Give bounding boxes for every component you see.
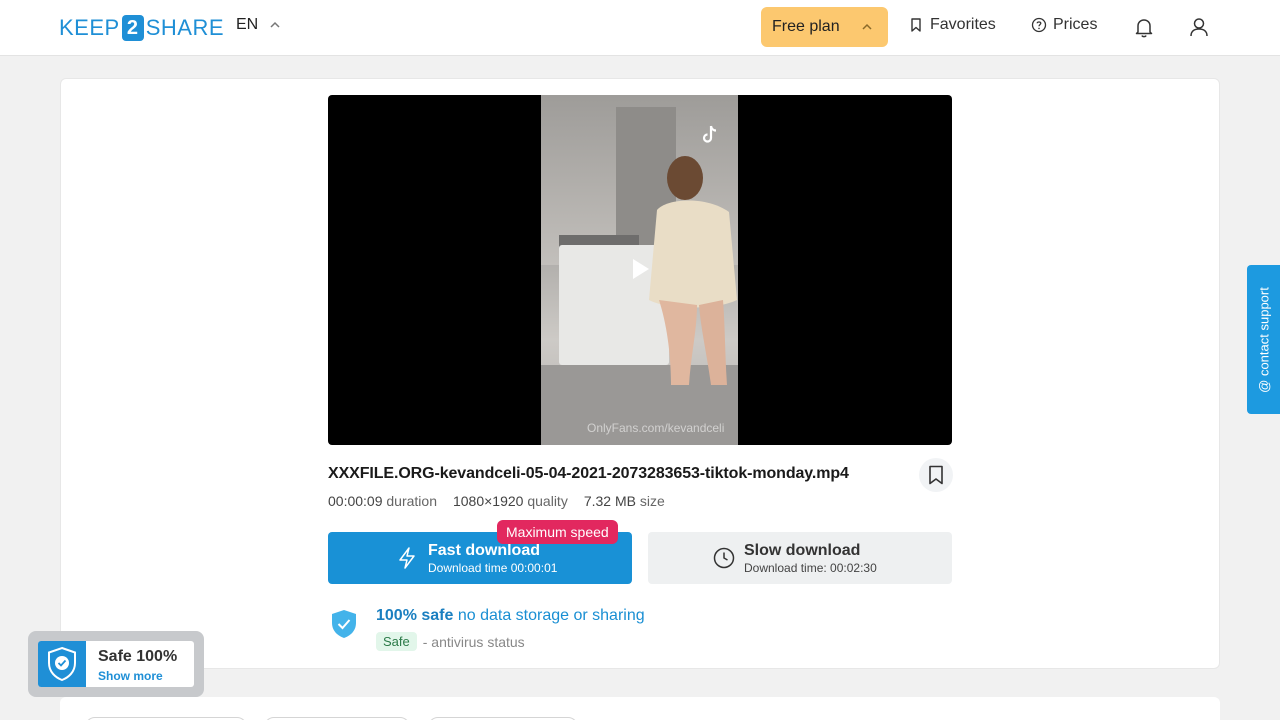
- favorites-label: Favorites: [930, 16, 996, 33]
- video-player[interactable]: OnlyFans.com/kevandceli: [328, 95, 952, 445]
- safe-widget[interactable]: Safe 100% Show more: [28, 631, 204, 697]
- slow-download-title: Slow download: [744, 542, 861, 559]
- lightning-icon: [399, 547, 415, 569]
- shield-check-icon: [48, 646, 76, 682]
- plan-label: Free plan: [772, 18, 840, 35]
- size-meta: 7.32 MB size: [584, 493, 665, 509]
- show-more-link[interactable]: Show more: [98, 669, 163, 683]
- antivirus-status: Safe - antivirus status: [376, 632, 525, 651]
- chevron-up-icon: [862, 23, 872, 30]
- keep2share-logo[interactable]: KEEP 2 SHARE: [59, 14, 224, 42]
- prices-link[interactable]: Prices: [1031, 16, 1097, 34]
- safe-widget-badge: [38, 641, 86, 687]
- question-circle-icon: [1031, 17, 1047, 33]
- antivirus-label: - antivirus status: [422, 633, 525, 650]
- antivirus-safe-pill: Safe: [376, 632, 417, 651]
- chevron-up-icon: [270, 21, 280, 28]
- bookmark-icon: [929, 465, 943, 485]
- favorites-link[interactable]: Favorites: [908, 16, 996, 34]
- logo-text-right: SHARE: [145, 15, 224, 40]
- tiktok-logo-icon: [702, 125, 717, 143]
- fast-download-title: Fast download: [428, 542, 540, 559]
- quality-label: quality: [527, 493, 568, 509]
- language-label: EN: [236, 16, 259, 33]
- shield-check-icon: [332, 610, 356, 638]
- clock-icon: [713, 547, 735, 569]
- size-label: size: [639, 493, 665, 509]
- slow-download-time: Download time: 00:02:30: [744, 561, 877, 575]
- duration-meta: 00:00:09 duration: [328, 493, 437, 509]
- duration-value: 00:00:09: [328, 493, 383, 509]
- safety-statement: 100% safe no data storage or sharing: [376, 607, 645, 625]
- safe-widget-inner: Safe 100% Show more: [38, 641, 194, 687]
- safe-widget-title: Safe 100%: [98, 648, 178, 665]
- free-plan-button[interactable]: Free plan: [761, 7, 888, 47]
- play-icon[interactable]: [632, 258, 650, 280]
- file-name: XXXFILE.ORG-kevandceli-05-04-2021-207328…: [328, 465, 849, 482]
- safety-rest: no data storage or sharing: [457, 607, 645, 624]
- user-icon[interactable]: [1186, 14, 1212, 40]
- duration-label: duration: [386, 493, 437, 509]
- safety-bold: 100% safe: [376, 607, 454, 624]
- quality-value: 1080×1920: [452, 493, 524, 509]
- video-watermark: OnlyFans.com/kevandceli: [587, 421, 725, 435]
- top-header: KEEP 2 SHARE EN Free plan Favorites Pric…: [0, 0, 1280, 56]
- add-to-favorites-button[interactable]: [919, 458, 953, 492]
- size-value: 7.32 MB: [583, 493, 636, 509]
- fast-download-time: Download time 00:00:01: [428, 561, 558, 575]
- contact-support-tab[interactable]: @ contact support: [1247, 265, 1280, 414]
- language-selector[interactable]: EN: [236, 16, 282, 34]
- quality-meta: 1080×1920 quality: [453, 493, 568, 509]
- bookmark-icon: [911, 18, 921, 32]
- logo-text-left: KEEP: [59, 15, 120, 40]
- contact-support-label: @ contact support: [1256, 286, 1271, 393]
- slow-download-button[interactable]: Slow download Download time: 00:02:30: [648, 532, 952, 584]
- bell-icon[interactable]: [1131, 14, 1157, 40]
- logo-text-mid: 2: [121, 15, 144, 41]
- file-meta: 00:00:09 duration 1080×1920 quality 7.32…: [328, 493, 665, 509]
- max-speed-badge: Maximum speed: [497, 520, 618, 544]
- prices-label: Prices: [1053, 16, 1098, 33]
- video-scene-person: [649, 156, 737, 385]
